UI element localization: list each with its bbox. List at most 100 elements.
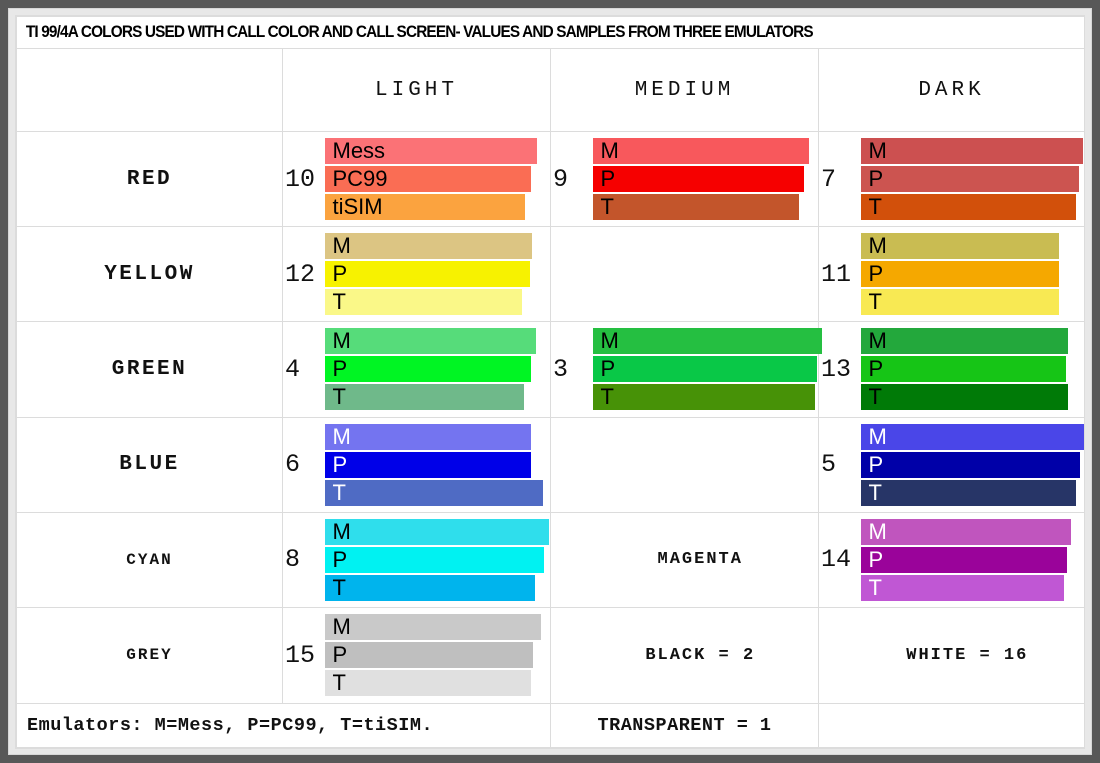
- color-code-light: 10: [282, 131, 325, 228]
- color-swatch-bar: M: [860, 233, 1059, 260]
- swatch-emulator-label: M: [868, 138, 887, 164]
- swatch-stack-light: MPT: [324, 423, 543, 506]
- column-header-medium: MEDIUM: [550, 48, 819, 133]
- swatch-emulator-label: M: [868, 233, 887, 259]
- swatch-emulator-label: PC99: [332, 166, 388, 192]
- color-swatch-bar: M: [324, 233, 532, 260]
- swatch-cell-dark: MPT: [860, 131, 1086, 228]
- swatch-cell-medium: BLACK = 2: [592, 606, 819, 704]
- color-code-dark: 14: [818, 511, 861, 608]
- swatch-cell-dark: WHITE = 16: [860, 606, 1086, 704]
- color-swatch-bar: T: [324, 670, 531, 697]
- row-label-grey: GREY: [16, 606, 283, 704]
- page-frame: TI 99/4A COLORS USED WITH CALL COLOR AND…: [8, 8, 1092, 755]
- color-swatch-bar: T: [592, 384, 815, 411]
- swatch-stack-light: MPT: [324, 328, 541, 411]
- footer-transparent: TRANSPARENT = 1: [550, 702, 819, 749]
- color-swatch-bar: M: [324, 614, 541, 641]
- swatch-emulator-label: M: [868, 518, 887, 544]
- swatch-emulator-label: P: [868, 356, 884, 382]
- sheet: TI 99/4A COLORS USED WITH CALL COLOR AND…: [15, 15, 1086, 749]
- color-swatch-bar: P: [324, 546, 544, 573]
- swatch-emulator-label: P: [600, 166, 616, 192]
- color-swatch-bar: T: [860, 289, 1059, 316]
- swatch-stack-dark: MPT: [860, 423, 1084, 506]
- row-label-yellow: YELLOW: [16, 226, 283, 323]
- swatch-emulator-label: T: [868, 574, 882, 600]
- color-code-dark: 7: [818, 131, 861, 228]
- color-code-dark: [818, 606, 861, 704]
- footer-spacer: [817, 702, 1086, 749]
- column-header-light: LIGHT: [282, 48, 551, 133]
- swatch-cell-medium: MAGENTA: [592, 511, 819, 608]
- swatch-stack-dark: MPT: [860, 518, 1075, 601]
- swatch-cell-light: MPT: [324, 321, 551, 418]
- color-swatch-bar: M: [592, 328, 822, 355]
- swatch-cell-dark: MPT: [860, 511, 1086, 608]
- swatch-emulator-label: M: [600, 328, 619, 354]
- swatch-cell-medium: MPT: [592, 321, 822, 418]
- table-row: GREEN 4 M P T 3 M P T 13 M P T: [16, 321, 1086, 418]
- swatch-emulator-label: T: [868, 384, 882, 410]
- swatch-emulator-label: T: [332, 574, 346, 600]
- color-swatch-bar: P: [324, 261, 530, 288]
- color-swatch-bar: M: [860, 423, 1084, 450]
- color-swatch-bar: P: [592, 166, 804, 193]
- color-table: TI 99/4A COLORS USED WITH CALL COLOR AND…: [16, 15, 1086, 749]
- swatch-emulator-label: T: [332, 384, 346, 410]
- swatch-emulator-label: M: [868, 423, 887, 449]
- color-code-medium: [550, 416, 593, 513]
- color-code-dark: 13: [818, 321, 861, 418]
- color-swatch-bar: T: [860, 574, 1064, 601]
- color-code-light: 6: [282, 416, 325, 513]
- swatch-emulator-label: T: [332, 670, 346, 696]
- swatch-stack-light: MPT: [324, 518, 549, 601]
- cell-label-medium: BLACK = 2: [645, 645, 756, 665]
- color-code-medium: [550, 606, 593, 704]
- swatch-emulator-label: P: [332, 356, 348, 382]
- row-label-green: GREEN: [16, 321, 283, 418]
- swatch-cell-medium: MPT: [592, 131, 819, 228]
- table-row: YELLOW 12 M P T 11 M P T: [16, 226, 1086, 323]
- swatch-emulator-label: P: [600, 356, 616, 382]
- swatch-emulator-label: P: [332, 642, 348, 668]
- swatch-emulator-label: P: [332, 261, 348, 287]
- color-swatch-bar: T: [324, 574, 535, 601]
- swatch-emulator-label: T: [600, 194, 614, 220]
- swatch-cell-light: MPT: [324, 416, 551, 513]
- color-swatch-bar: T: [860, 479, 1076, 506]
- color-code-medium: [550, 226, 593, 323]
- color-swatch-bar: T: [860, 384, 1068, 411]
- title-row: TI 99/4A COLORS USED WITH CALL COLOR AND…: [16, 15, 1085, 50]
- color-swatch-bar: M: [860, 138, 1083, 165]
- swatch-emulator-label: M: [332, 328, 351, 354]
- swatch-cell-light: MPT: [324, 511, 551, 608]
- color-swatch-bar: P: [860, 166, 1079, 193]
- table-row: GREY 15 M P T BLACK = 2 WHITE = 16: [16, 606, 1086, 704]
- swatch-emulator-label: Mess: [332, 138, 386, 164]
- swatch-stack-dark: MPT: [860, 328, 1075, 411]
- table-row: RED 10 Mess PC99 tiSIM 9 M P T 7 M P T: [16, 131, 1086, 228]
- color-swatch-bar: M: [860, 328, 1068, 355]
- footer-legend: Emulators: M=Mess, P=PC99, T=tiSIM.: [16, 702, 551, 749]
- swatch-emulator-label: P: [868, 546, 884, 572]
- swatch-stack-dark: MPT: [860, 233, 1075, 316]
- color-code-light: 8: [282, 511, 325, 608]
- swatch-emulator-label: tiSIM: [332, 194, 383, 220]
- color-swatch-bar: T: [592, 194, 799, 221]
- swatch-cell-medium: [592, 416, 819, 513]
- swatch-emulator-label: M: [600, 138, 619, 164]
- color-swatch-bar: M: [592, 138, 809, 165]
- swatch-cell-light: MPT: [324, 226, 551, 323]
- swatch-stack-medium: MPT: [592, 328, 822, 411]
- color-code-light: 12: [282, 226, 325, 323]
- swatch-emulator-label: M: [868, 328, 887, 354]
- color-swatch-bar: PC99: [324, 166, 531, 193]
- color-swatch-bar: T: [324, 384, 524, 411]
- color-swatch-bar: M: [324, 328, 536, 355]
- color-swatch-bar: P: [860, 356, 1066, 383]
- swatch-emulator-label: T: [332, 479, 346, 505]
- color-swatch-bar: P: [592, 356, 817, 383]
- color-swatch-bar: P: [324, 642, 533, 669]
- swatch-stack-light: MPT: [324, 614, 541, 697]
